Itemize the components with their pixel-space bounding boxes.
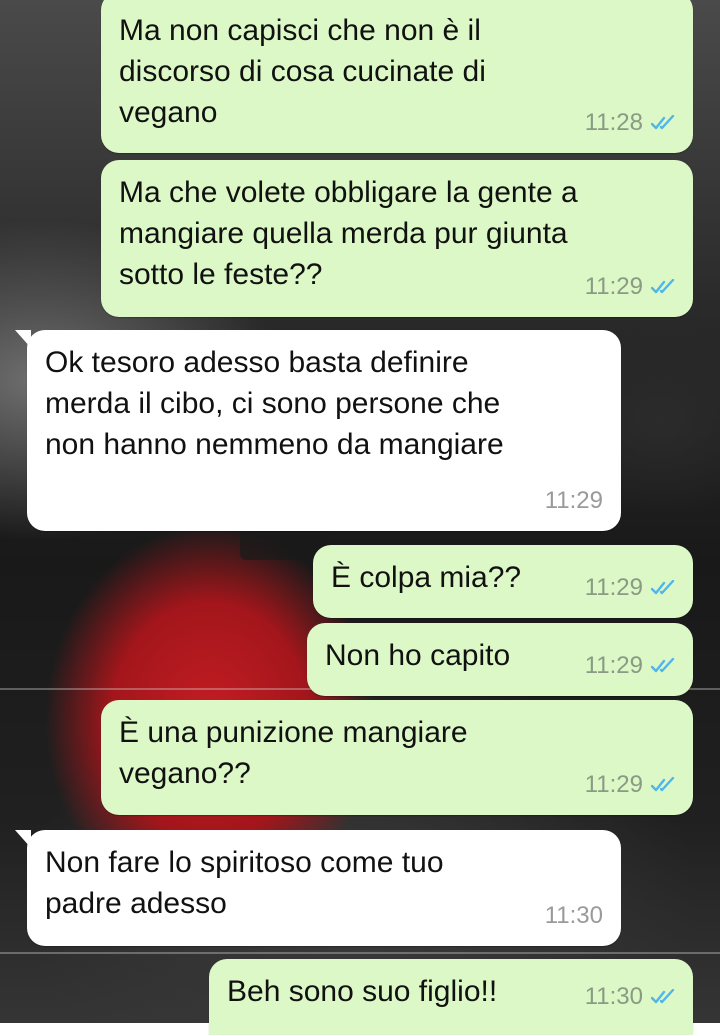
message-bubble-outgoing[interactable]: È una punizione mangiare vegano?? 11:29 [101, 700, 693, 815]
message-text: Non fare lo spiritoso come tuo padre ade… [45, 846, 444, 920]
message-time: 11:28 [584, 109, 643, 136]
message-meta: 11:29 [585, 645, 677, 686]
bubble-tail [15, 830, 31, 848]
message-time: 11:30 [584, 983, 643, 1010]
message-bubble-outgoing[interactable]: Ma non capisci che non è il discorso di … [101, 0, 693, 153]
message-meta: 11:29 [545, 480, 603, 521]
message-time: 11:29 [584, 652, 643, 679]
message-time: 11:29 [544, 487, 603, 514]
double-check-icon [651, 114, 675, 129]
bubble-tail [15, 330, 31, 348]
message-time: 11:29 [584, 771, 643, 798]
message-meta: 11:29 [585, 266, 677, 307]
message-meta: 11:30 [545, 895, 603, 936]
message-bubble-outgoing[interactable]: Beh sono suo figlio!! 11:30 [209, 959, 693, 1035]
double-check-icon [651, 579, 675, 594]
message-meta: 11:28 [585, 102, 677, 143]
message-time: 11:30 [544, 902, 603, 929]
message-time: 11:29 [584, 273, 643, 300]
message-text: Ok tesoro adesso basta definire merda il… [45, 346, 504, 461]
double-check-icon [651, 657, 675, 672]
message-bubble-incoming[interactable]: Non fare lo spiritoso come tuo padre ade… [15, 830, 621, 946]
double-check-icon [651, 776, 675, 791]
message-bubble-incoming[interactable]: Ok tesoro adesso basta definire merda il… [15, 330, 621, 531]
message-bubble-outgoing[interactable]: Non ho capito 11:29 [307, 623, 693, 696]
message-meta: 11:30 [585, 976, 677, 1017]
message-bubble-outgoing[interactable]: È colpa mia?? 11:29 [313, 545, 693, 618]
wallpaper-court-line [0, 952, 720, 954]
message-time: 11:29 [584, 574, 643, 601]
message-meta: 11:29 [585, 764, 677, 805]
message-bubble-outgoing[interactable]: Ma che volete obbligare la gente a mangi… [101, 160, 693, 317]
double-check-icon [651, 278, 675, 293]
double-check-icon [651, 988, 675, 1003]
message-meta: 11:29 [585, 567, 677, 608]
